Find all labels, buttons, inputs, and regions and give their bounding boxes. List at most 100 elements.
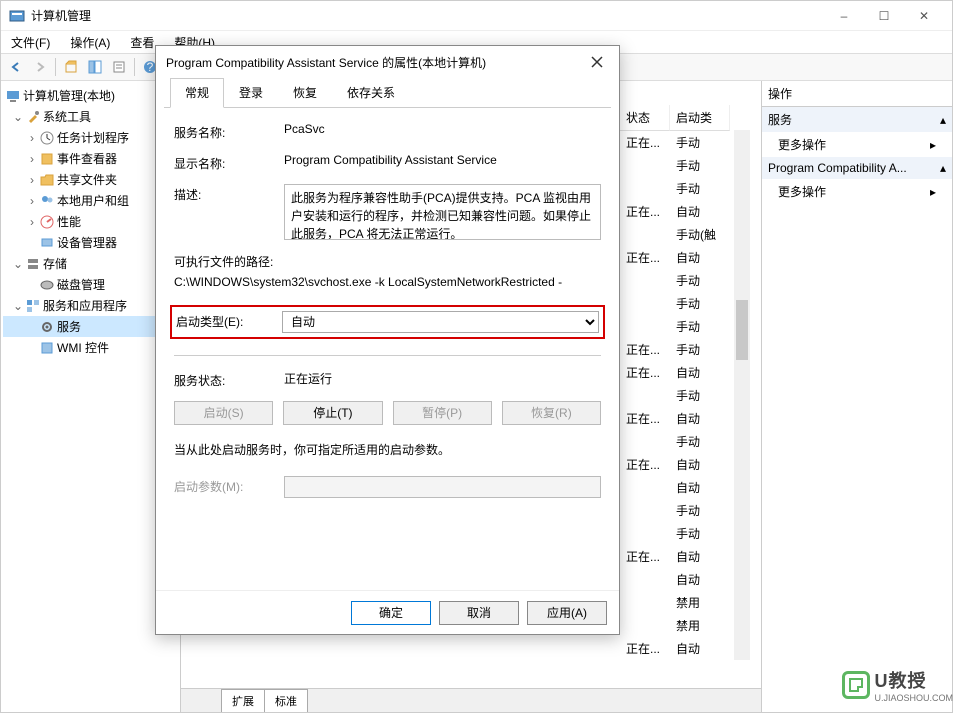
list-row[interactable]: 正在...自动 xyxy=(620,637,750,660)
chevron-right-icon: ▸ xyxy=(930,138,936,152)
collapse-icon[interactable]: ⌄ xyxy=(13,110,23,124)
tree-storage[interactable]: ⌄ 存储 xyxy=(3,253,178,274)
cell-startup: 自动 xyxy=(670,409,730,428)
cell-status xyxy=(620,593,670,612)
disk-icon xyxy=(39,277,55,293)
list-row[interactable]: 手动 xyxy=(620,154,750,177)
list-row[interactable]: 正在...自动 xyxy=(620,200,750,223)
cell-startup: 自动 xyxy=(670,639,730,658)
list-row[interactable]: 手动 xyxy=(620,315,750,338)
cell-status: 正在... xyxy=(620,248,670,267)
cell-status: 正在... xyxy=(620,363,670,382)
tree-event[interactable]: › 事件查看器 xyxy=(3,148,178,169)
tree-wmi[interactable]: WMI 控件 xyxy=(3,337,178,358)
forward-button[interactable] xyxy=(29,56,51,78)
tab-general[interactable]: 常规 xyxy=(170,78,224,108)
dialog-close-button[interactable] xyxy=(585,50,609,74)
list-row[interactable]: 手动 xyxy=(620,499,750,522)
app-icon xyxy=(9,8,25,24)
tree-shared[interactable]: › 共享文件夹 xyxy=(3,169,178,190)
list-row[interactable]: 禁用 xyxy=(620,614,750,637)
ok-button[interactable]: 确定 xyxy=(351,601,431,625)
cell-startup: 手动 xyxy=(670,340,730,359)
list-row[interactable]: 手动 xyxy=(620,384,750,407)
minimize-button[interactable]: – xyxy=(824,2,864,30)
list-row[interactable]: 手动 xyxy=(620,430,750,453)
action-more-2[interactable]: 更多操作 ▸ xyxy=(762,179,952,204)
menu-action[interactable]: 操作(A) xyxy=(66,32,114,53)
list-row[interactable]: 自动 xyxy=(620,568,750,591)
up-button[interactable] xyxy=(60,56,82,78)
actions-group-services[interactable]: 服务 ▴ xyxy=(762,107,952,132)
tree-users[interactable]: › 本地用户和组 xyxy=(3,190,178,211)
show-hide-tree-button[interactable] xyxy=(84,56,106,78)
list-row[interactable]: 禁用 xyxy=(620,591,750,614)
list-row[interactable]: 手动 xyxy=(620,269,750,292)
expand-icon[interactable]: › xyxy=(27,173,37,187)
expand-icon[interactable]: › xyxy=(27,131,37,145)
expand-icon[interactable]: › xyxy=(27,215,37,229)
list-row[interactable]: 手动 xyxy=(620,177,750,200)
tab-logon[interactable]: 登录 xyxy=(224,78,278,107)
cell-status xyxy=(620,524,670,543)
dialog-body: 服务名称: PcaSvc 显示名称: Program Compatibility… xyxy=(156,108,619,590)
collapse-icon[interactable]: ⌄ xyxy=(13,299,23,313)
col-status[interactable]: 状态 xyxy=(620,105,670,131)
startup-type-select[interactable]: 自动 xyxy=(282,311,599,333)
tree-task[interactable]: › 任务计划程序 xyxy=(3,127,178,148)
properties-dialog: Program Compatibility Assistant Service … xyxy=(155,45,620,635)
description-box[interactable]: 此服务为程序兼容性助手(PCA)提供支持。PCA 监视由用户安装和运行的程序，并… xyxy=(284,184,601,240)
cell-startup: 手动 xyxy=(670,386,730,405)
list-row[interactable]: 正在...手动 xyxy=(620,131,750,154)
tab-recovery[interactable]: 恢复 xyxy=(278,78,332,107)
vertical-scrollbar[interactable] xyxy=(734,130,750,660)
scrollbar-thumb[interactable] xyxy=(736,300,748,360)
startup-hint: 当从此处启动服务时，你可指定所适用的启动参数。 xyxy=(174,441,601,458)
maximize-button[interactable]: ☐ xyxy=(864,2,904,30)
tab-standard[interactable]: 标准 xyxy=(264,689,308,712)
actions-group-selected[interactable]: Program Compatibility A... ▴ xyxy=(762,157,952,179)
tree-perf[interactable]: › 性能 xyxy=(3,211,178,232)
tab-dependencies[interactable]: 依存关系 xyxy=(332,78,410,107)
service-status-label: 服务状态: xyxy=(174,370,284,389)
list-row[interactable]: 正在...手动 xyxy=(620,338,750,361)
stop-button[interactable]: 停止(T) xyxy=(283,401,382,425)
tree-systools[interactable]: ⌄ 系统工具 xyxy=(3,106,178,127)
list-row[interactable]: 正在...自动 xyxy=(620,407,750,430)
collapse-icon[interactable]: ⌄ xyxy=(13,257,23,271)
expand-icon[interactable]: › xyxy=(27,152,37,166)
list-row[interactable]: 正在...自动 xyxy=(620,453,750,476)
action-more-1[interactable]: 更多操作 ▸ xyxy=(762,132,952,157)
tree-servapps[interactable]: ⌄ 服务和应用程序 xyxy=(3,295,178,316)
list-row[interactable]: 手动(触 xyxy=(620,223,750,246)
back-button[interactable] xyxy=(5,56,27,78)
close-button[interactable]: ✕ xyxy=(904,2,944,30)
list-header: 状态 启动类 xyxy=(620,105,750,131)
apply-button[interactable]: 应用(A) xyxy=(527,601,607,625)
list-row[interactable]: 正在...自动 xyxy=(620,246,750,269)
tab-extended[interactable]: 扩展 xyxy=(221,689,265,712)
description-label: 描述: xyxy=(174,184,284,203)
tree-services[interactable]: 服务 xyxy=(3,316,178,337)
event-icon xyxy=(39,151,55,167)
cell-startup: 手动 xyxy=(670,294,730,313)
list-row[interactable]: 正在...自动 xyxy=(620,545,750,568)
cancel-button[interactable]: 取消 xyxy=(439,601,519,625)
list-row[interactable]: 正在...自动 xyxy=(620,361,750,384)
cell-status: 正在... xyxy=(620,547,670,566)
tree-root[interactable]: 计算机管理(本地) xyxy=(3,85,178,106)
properties-button[interactable] xyxy=(108,56,130,78)
expand-icon[interactable]: › xyxy=(27,194,37,208)
list-row[interactable]: 手动 xyxy=(620,522,750,545)
nav-tree[interactable]: 计算机管理(本地) ⌄ 系统工具 › 任务计划程序 › 事件查看器 › 共享文件… xyxy=(1,81,181,712)
col-startup[interactable]: 启动类 xyxy=(670,105,730,131)
cell-startup: 禁用 xyxy=(670,616,730,635)
menu-file[interactable]: 文件(F) xyxy=(7,32,54,53)
menu-view[interactable]: 查看 xyxy=(126,32,158,53)
watermark: U教授 U.JIAOSHOU.COM xyxy=(842,667,953,703)
list-row[interactable]: 自动 xyxy=(620,476,750,499)
cell-status xyxy=(620,294,670,313)
list-row[interactable]: 手动 xyxy=(620,292,750,315)
tree-devmgr[interactable]: 设备管理器 xyxy=(3,232,178,253)
tree-diskmgmt[interactable]: 磁盘管理 xyxy=(3,274,178,295)
